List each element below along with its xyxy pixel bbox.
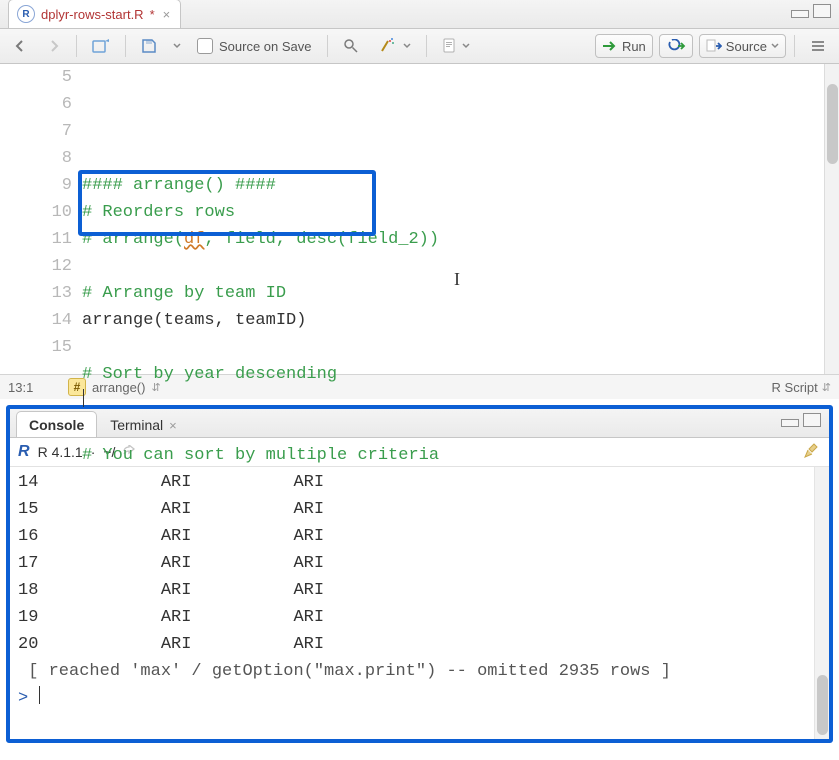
file-tab[interactable]: R dplyr-rows-start.R * × <box>8 0 181 28</box>
editor-tab-bar: R dplyr-rows-start.R * × <box>0 0 839 29</box>
line-number-gutter: 56789101112131415 <box>0 64 82 374</box>
outline-button[interactable] <box>803 34 833 58</box>
source-button[interactable]: Source <box>699 34 786 58</box>
forward-button[interactable] <box>40 34 68 58</box>
save-button[interactable] <box>134 34 164 58</box>
maximize-pane-icon[interactable] <box>813 4 831 18</box>
source-label: Source <box>726 39 767 54</box>
separator <box>327 35 328 57</box>
code-area[interactable]: I #### arrange() ##### Reorders rows# ar… <box>82 64 839 374</box>
pane-window-controls <box>781 413 821 427</box>
minimize-pane-icon[interactable] <box>791 10 809 18</box>
maximize-pane-icon[interactable] <box>803 413 821 427</box>
cursor-position: 13:1 <box>8 380 58 395</box>
console-tab-bar: Console Terminal × <box>10 409 829 438</box>
scrollbar-thumb[interactable] <box>827 84 838 164</box>
r-version: R 4.1.1 <box>38 444 83 460</box>
file-name: dplyr-rows-start.R <box>41 7 144 22</box>
back-button[interactable] <box>6 34 34 58</box>
checkbox-icon <box>197 38 213 54</box>
separator <box>125 35 126 57</box>
separator <box>794 35 795 57</box>
minimize-pane-icon[interactable] <box>781 419 799 427</box>
console-scrollbar[interactable] <box>814 467 829 739</box>
code-tools-button[interactable] <box>372 34 418 58</box>
tab-console[interactable]: Console <box>16 411 97 437</box>
tab-terminal[interactable]: Terminal × <box>97 411 190 437</box>
tab-terminal-label: Terminal <box>110 417 163 433</box>
separator <box>76 35 77 57</box>
pane-window-controls <box>791 4 831 18</box>
editor-toolbar: Source on Save Run Source <box>0 29 839 64</box>
modified-indicator: * <box>150 7 155 22</box>
code-editor[interactable]: 56789101112131415 I #### arrange() #####… <box>0 64 839 374</box>
close-tab-icon[interactable]: × <box>163 8 171 21</box>
source-on-save-label: Source on Save <box>219 39 312 54</box>
find-button[interactable] <box>336 34 366 58</box>
rerun-button[interactable] <box>659 34 693 58</box>
run-button[interactable]: Run <box>595 34 653 58</box>
scrollbar-thumb[interactable] <box>817 675 828 735</box>
tab-console-label: Console <box>29 417 84 433</box>
ibeam-cursor-icon: I <box>454 266 460 293</box>
console-output[interactable]: 14 ARI ARI15 ARI ARI16 ARI ARI17 ARI ARI… <box>10 467 829 739</box>
compile-report-button[interactable] <box>435 34 477 58</box>
run-label: Run <box>622 39 646 54</box>
save-dropdown[interactable] <box>170 34 184 58</box>
editor-scrollbar[interactable] <box>824 64 839 374</box>
close-terminal-icon[interactable]: × <box>169 418 177 433</box>
r-file-icon: R <box>17 5 35 23</box>
source-on-save-toggle[interactable]: Source on Save <box>190 33 319 59</box>
separator <box>426 35 427 57</box>
r-logo-icon: R <box>18 443 30 461</box>
show-in-new-window-button[interactable] <box>85 34 117 58</box>
